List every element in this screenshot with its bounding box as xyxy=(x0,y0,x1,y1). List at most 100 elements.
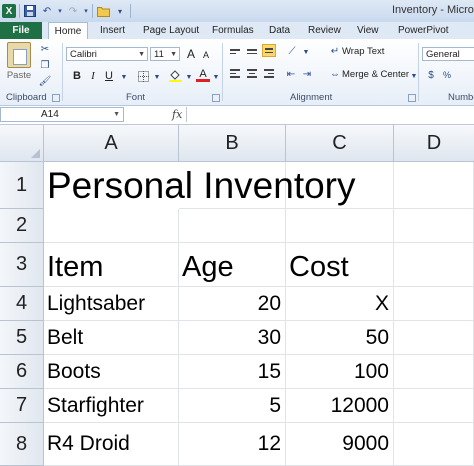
italic-button[interactable]: I xyxy=(86,69,100,83)
align-bottom-icon[interactable] xyxy=(262,44,276,57)
chevron-down-icon[interactable]: ▼ xyxy=(182,71,196,83)
cell-d1[interactable] xyxy=(394,162,474,209)
align-middle-icon[interactable] xyxy=(245,45,259,58)
font-name-combo[interactable]: Calibri ▼ xyxy=(66,47,148,61)
row-header-4[interactable]: 4 xyxy=(0,287,44,321)
column-header-c[interactable]: C xyxy=(286,125,394,162)
cell-c4[interactable]: X xyxy=(286,287,394,321)
column-header-a[interactable]: A xyxy=(44,125,179,162)
row-header-2[interactable]: 2 xyxy=(0,209,44,243)
number-format-combo[interactable]: General xyxy=(422,47,474,61)
cell-a1[interactable]: Personal Inventory xyxy=(44,162,356,209)
bold-button[interactable]: B xyxy=(70,69,84,83)
cell-a3[interactable]: Item xyxy=(44,243,179,287)
tab-data[interactable]: Data xyxy=(269,22,290,39)
copy-icon[interactable]: ❐ xyxy=(38,59,52,71)
cell-b8[interactable]: 12 xyxy=(179,423,286,466)
undo-icon[interactable]: ↶ xyxy=(40,4,54,18)
percent-icon[interactable]: % xyxy=(440,69,454,81)
decrease-indent-icon[interactable]: ⇤ xyxy=(284,68,298,80)
dialog-launcher-icon[interactable] xyxy=(212,94,220,102)
formula-input[interactable] xyxy=(186,107,474,122)
row-header-5[interactable]: 5 xyxy=(0,321,44,355)
cell-d7[interactable] xyxy=(394,389,474,423)
orientation-icon[interactable]: ⟋ xyxy=(285,45,299,57)
redo-icon[interactable]: ↷ xyxy=(66,4,80,18)
select-all-button[interactable] xyxy=(0,125,44,162)
wrap-text-icon[interactable]: ↵ xyxy=(328,45,342,57)
fill-color-icon[interactable] xyxy=(168,69,182,82)
increase-indent-icon[interactable]: ⇥ xyxy=(300,68,314,80)
chevron-down-icon[interactable]: ▼ xyxy=(209,71,223,83)
chevron-down-icon[interactable]: ▼ xyxy=(150,71,164,83)
dialog-launcher-icon[interactable] xyxy=(52,94,60,102)
shrink-font-button[interactable]: A xyxy=(199,48,213,62)
row-header-1[interactable]: 1 xyxy=(0,162,44,209)
cell-c5[interactable]: 50 xyxy=(286,321,394,355)
row-header-7[interactable]: 7 xyxy=(0,389,44,423)
grow-font-button[interactable]: A xyxy=(184,47,198,61)
tab-powerpivot[interactable]: PowerPivot xyxy=(398,22,449,39)
chevron-down-icon[interactable]: ▾ xyxy=(57,4,63,18)
row-header-8[interactable]: 8 xyxy=(0,423,44,466)
cell-d2[interactable] xyxy=(394,209,474,243)
excel-logo-icon[interactable]: X xyxy=(2,4,16,18)
open-folder-icon[interactable] xyxy=(96,4,110,18)
save-icon[interactable] xyxy=(23,4,37,18)
align-left-icon[interactable] xyxy=(228,67,242,80)
dialog-launcher-icon[interactable] xyxy=(408,94,416,102)
cut-icon[interactable]: ✂ xyxy=(38,43,52,55)
tab-view[interactable]: View xyxy=(357,22,379,39)
cell-a6[interactable]: Boots xyxy=(44,355,179,389)
underline-button[interactable]: U xyxy=(102,69,116,83)
format-painter-icon[interactable]: 🖌 xyxy=(38,75,52,87)
merge-center-button[interactable]: Merge & Center xyxy=(342,69,409,80)
customize-icon[interactable]: ▾ xyxy=(113,4,127,18)
cell-c3[interactable]: Cost xyxy=(286,243,394,287)
align-center-icon[interactable] xyxy=(245,67,259,80)
borders-icon[interactable] xyxy=(136,70,150,82)
cell-d3[interactable] xyxy=(394,243,474,287)
align-right-icon[interactable] xyxy=(262,67,276,80)
cell-b6[interactable]: 15 xyxy=(179,355,286,389)
cell-a8[interactable]: R4 Droid xyxy=(44,423,179,466)
cell-b3[interactable]: Age xyxy=(179,243,286,287)
chevron-down-icon[interactable]: ▾ xyxy=(83,4,89,18)
cell-a2[interactable] xyxy=(44,209,179,243)
tab-review[interactable]: Review xyxy=(308,22,341,39)
tab-formulas[interactable]: Formulas xyxy=(212,22,254,39)
cell-a5[interactable]: Belt xyxy=(44,321,179,355)
cell-a7[interactable]: Starfighter xyxy=(44,389,179,423)
cell-d5[interactable] xyxy=(394,321,474,355)
chevron-down-icon[interactable]: ▼ xyxy=(299,46,313,58)
cell-c8[interactable]: 9000 xyxy=(286,423,394,466)
paste-button[interactable]: Paste xyxy=(4,42,34,88)
currency-icon[interactable]: $ xyxy=(424,69,438,81)
cell-b5[interactable]: 30 xyxy=(179,321,286,355)
cell-c6[interactable]: 100 xyxy=(286,355,394,389)
chevron-down-icon[interactable]: ▼ xyxy=(117,71,131,83)
column-header-b[interactable]: B xyxy=(179,125,286,162)
merge-center-icon[interactable]: ⇔ xyxy=(328,68,342,80)
column-header-d[interactable]: D xyxy=(394,125,474,162)
cell-c7[interactable]: 12000 xyxy=(286,389,394,423)
tab-file[interactable]: File xyxy=(0,22,42,39)
tab-page-layout[interactable]: Page Layout xyxy=(143,22,199,39)
row-header-3[interactable]: 3 xyxy=(0,243,44,287)
wrap-text-button[interactable]: Wrap Text xyxy=(342,46,384,57)
cell-b7[interactable]: 5 xyxy=(179,389,286,423)
cell-d8[interactable] xyxy=(394,423,474,466)
align-top-icon[interactable] xyxy=(228,45,242,58)
cell-a4[interactable]: Lightsaber xyxy=(44,287,179,321)
cell-d6[interactable] xyxy=(394,355,474,389)
name-box[interactable]: A14 ▼ xyxy=(0,107,124,122)
font-size-combo[interactable]: 11 ▼ xyxy=(150,47,180,61)
cell-d4[interactable] xyxy=(394,287,474,321)
row-header-6[interactable]: 6 xyxy=(0,355,44,389)
tab-insert[interactable]: Insert xyxy=(100,22,125,39)
cell-b2[interactable] xyxy=(179,209,286,243)
font-color-button[interactable]: A xyxy=(196,68,210,82)
cell-c2[interactable] xyxy=(286,209,394,243)
insert-function-button[interactable]: fx xyxy=(172,108,182,121)
cell-b4[interactable]: 20 xyxy=(179,287,286,321)
